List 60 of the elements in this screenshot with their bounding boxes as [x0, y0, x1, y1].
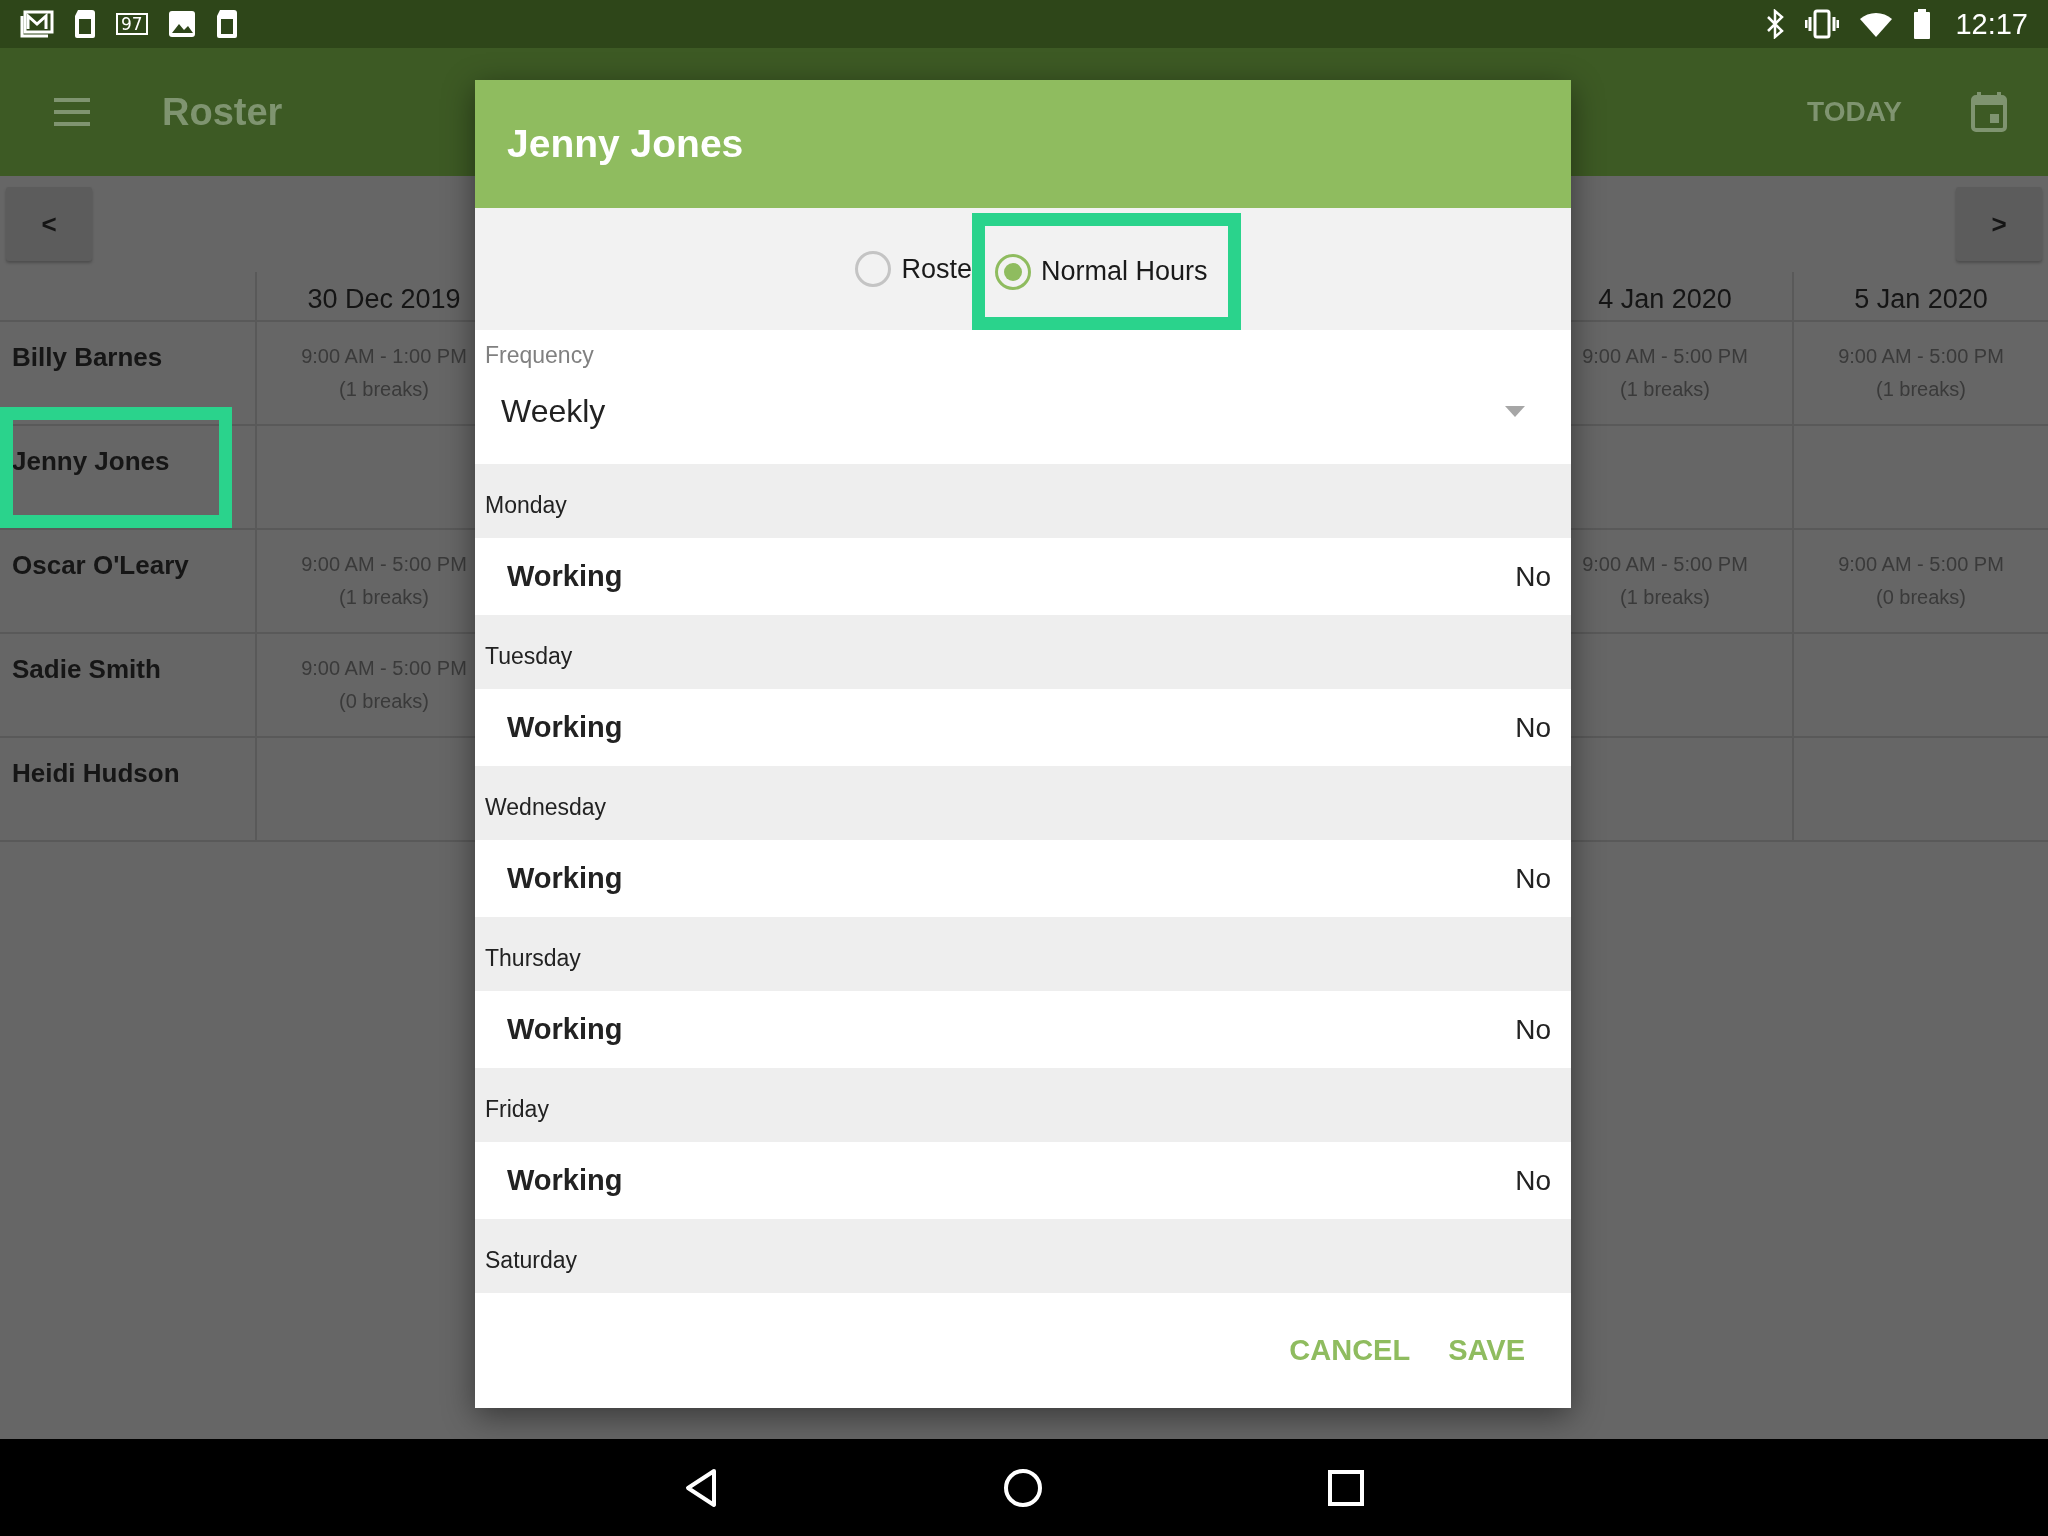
day-heading: Friday — [475, 1068, 1571, 1142]
today-button[interactable]: TODAY — [1799, 88, 1910, 136]
date-heading: 4 Jan 2020 — [1598, 284, 1732, 315]
menu-icon[interactable] — [52, 97, 92, 127]
setting-label: Working — [507, 560, 623, 593]
employee-name[interactable]: Heidi Hudson — [12, 758, 180, 788]
employee-name[interactable]: Oscar O'Leary — [12, 550, 189, 580]
setting-value: No — [1515, 1013, 1551, 1046]
date-heading: 5 Jan 2020 — [1854, 284, 1988, 315]
sd-card-icon — [74, 9, 96, 39]
frequency-label: Frequency — [485, 342, 595, 369]
radio-label[interactable]: Roste — [901, 253, 972, 285]
day-heading: Thursday — [475, 917, 1571, 991]
day-setting-row[interactable]: Working No — [475, 538, 1571, 615]
day-setting-row[interactable]: Working No — [475, 689, 1571, 766]
day-heading: Tuesday — [475, 615, 1571, 689]
day-setting-row[interactable]: Working No — [475, 840, 1571, 917]
app-title: Roster — [162, 90, 283, 134]
date-heading: 30 Dec 2019 — [307, 284, 461, 315]
bluetooth-icon — [1765, 9, 1786, 39]
day-setting-row[interactable]: Working No — [475, 991, 1571, 1068]
next-week-button[interactable]: > — [1956, 187, 2042, 261]
setting-label: Working — [507, 862, 623, 895]
radio-option[interactable]: Roste — [855, 251, 972, 287]
save-button[interactable]: SAVE — [1444, 1328, 1529, 1373]
vibrate-icon — [1805, 9, 1840, 39]
wifi-icon — [1859, 11, 1894, 37]
day-heading: Monday — [475, 464, 1571, 538]
clock-time: 12:17 — [1955, 7, 2028, 41]
home-icon[interactable] — [1003, 1467, 1043, 1508]
recents-icon[interactable] — [1328, 1469, 1364, 1506]
employee-name[interactable]: Jenny Jones — [12, 446, 170, 476]
day-heading: Saturday — [475, 1219, 1571, 1293]
cancel-button[interactable]: CANCEL — [1285, 1328, 1415, 1373]
battery-badge: 97 — [116, 13, 148, 35]
setting-value: No — [1515, 862, 1551, 895]
setting-value: No — [1515, 711, 1551, 744]
dialog-title: Jenny Jones — [475, 80, 1571, 208]
setting-value: No — [1515, 560, 1551, 593]
employee-name[interactable]: Sadie Smith — [12, 654, 161, 684]
radio-button[interactable] — [995, 253, 1031, 290]
calendar-icon[interactable] — [1970, 91, 2008, 133]
employee-name[interactable]: Billy Barnes — [12, 342, 163, 372]
setting-value: No — [1515, 1164, 1551, 1197]
day-setting-row[interactable]: Working No — [475, 1142, 1571, 1219]
frequency-dropdown[interactable]: Weekly — [485, 369, 1571, 430]
sd-card-icon — [215, 9, 238, 39]
setting-label: Working — [507, 1013, 623, 1046]
setting-label: Working — [507, 711, 623, 744]
radio-label[interactable]: Normal Hours — [1041, 256, 1208, 287]
back-icon[interactable] — [684, 1467, 718, 1508]
day-heading: Wednesday — [475, 766, 1571, 840]
radio-option[interactable]: Normal Hours — [995, 253, 1208, 290]
mail-icon — [20, 10, 54, 38]
caret-icon — [1505, 406, 1525, 417]
image-icon — [167, 10, 196, 38]
setting-label: Working — [507, 1164, 623, 1197]
radio-button[interactable] — [855, 251, 892, 287]
previous-week-button[interactable]: < — [6, 187, 92, 261]
battery-icon — [1913, 9, 1932, 39]
